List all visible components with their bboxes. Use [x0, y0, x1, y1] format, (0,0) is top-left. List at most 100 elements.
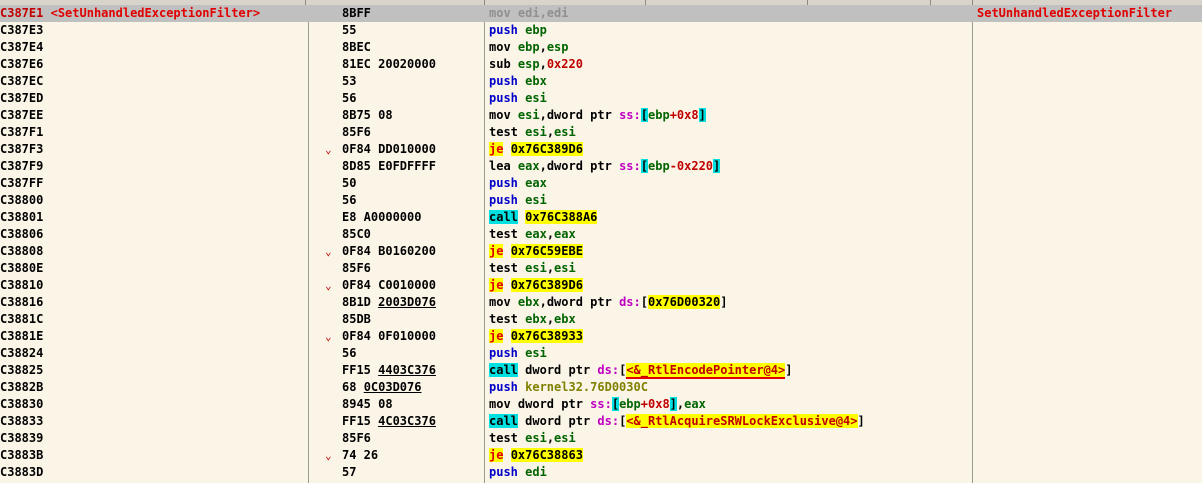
table-row[interactable]: C3882B 68 0C03D076 push kernel32.76D0030C [0, 379, 1202, 396]
table-row[interactable]: C38808 ⌄ 0F84 B0160200 je 0x76C59EBE [0, 243, 1202, 260]
table-row[interactable]: C387EE 8B75 08 mov esi,dword ptr ss:[ebp+0… [0, 107, 1202, 124]
address-cell: C38801 [0, 209, 305, 226]
table-row[interactable]: C387ED 56 push esi [0, 90, 1202, 107]
address-text: C387F9 [0, 159, 44, 173]
disassembly-cell: push esi [489, 345, 971, 362]
operand-token: ebx [554, 312, 576, 326]
table-row[interactable]: C38800 56 push esi [0, 192, 1202, 209]
address-cell: C387EC [0, 73, 305, 90]
mnemonic: mov [489, 40, 518, 54]
table-row[interactable]: C38830 8945 08 mov dword ptr ss:[ebp+0x8],… [0, 396, 1202, 413]
mnemonic: je [489, 244, 504, 258]
address-cell: C38810 [0, 277, 305, 294]
mnemonic: je [489, 142, 504, 156]
disassembly-view[interactable]: C387E1 <SetUnhandledExceptionFilter> 8BFF… [0, 0, 1202, 483]
address-text: C38830 [0, 397, 44, 411]
table-row[interactable]: C3883D 57 push edi [0, 464, 1202, 481]
disassembly-cell: sub esp,0x220 [489, 56, 971, 73]
operand-token: ebp [619, 397, 641, 411]
opcode-bytes-cell: FF15 4C03C376 [342, 413, 482, 430]
table-row[interactable]: C3880E 85F6 test esi,esi [0, 260, 1202, 277]
table-row[interactable]: C387F3 ⌄ 0F84 DD010000 je 0x76C389D6 [0, 141, 1202, 158]
opcode-bytes-text: 8945 08 [342, 397, 393, 411]
opcode-bytes-cell: 74 26 [342, 447, 482, 464]
disassembly-cell: je 0x76C38863 [489, 447, 971, 464]
mnemonic: push [489, 91, 526, 105]
table-row[interactable]: C387FF 50 push eax [0, 175, 1202, 192]
table-row[interactable]: C387E6 81EC 20020000 sub esp,0x220 [0, 56, 1202, 73]
address-cell: C387ED [0, 90, 305, 107]
operand-token: esi [517, 108, 540, 122]
operand-token: eax [525, 227, 547, 241]
address-cell: C387E6 [0, 56, 305, 73]
opcode-bytes-text: 56 [342, 91, 357, 105]
opcode-bytes-text: 0F84 0F010000 [342, 329, 436, 343]
operand-token: ebx [525, 74, 547, 88]
opcode-bytes-cell: 85C0 [342, 226, 482, 243]
jump-arrow-icon: ⌄ [325, 449, 332, 462]
operand-target: 0x76C38933 [510, 329, 583, 343]
opcode-bytes-text: 4403C376 [378, 363, 436, 377]
operand-token: ss: [590, 397, 612, 411]
table-row[interactable]: C387E1 <SetUnhandledExceptionFilter> 8BFF… [0, 5, 1202, 22]
opcode-bytes-text: 8BFF [342, 6, 371, 20]
table-row[interactable]: C3881C 85DB test ebx,ebx [0, 311, 1202, 328]
mnemonic: mov [489, 397, 518, 411]
table-row[interactable]: C3881E ⌄ 0F84 0F010000 je 0x76C38933 [0, 328, 1202, 345]
table-row[interactable]: C38801 E8 A0000000 call 0x76C388A6 [0, 209, 1202, 226]
operand-token: ] [720, 295, 728, 309]
disassembly-cell: mov edi,edi [489, 5, 971, 22]
table-row[interactable]: C38839 85F6 test esi,esi [0, 430, 1202, 447]
function-label: <SetUnhandledExceptionFilter> [50, 6, 261, 20]
disassembly-cell: push esi [489, 90, 971, 107]
operand-token: ebp [517, 40, 540, 54]
operand-token: dword ptr [525, 414, 598, 428]
operand-token [503, 278, 510, 292]
opcode-bytes-text: FF15 [342, 414, 379, 428]
jump-arrow-icon: ⌄ [325, 279, 332, 292]
address-text: C38816 [0, 295, 44, 309]
table-row[interactable]: C38825 FF15 4403C376 call dword ptr ds:[<&… [0, 362, 1202, 379]
opcode-bytes-text: 0F84 B0160200 [342, 244, 436, 258]
address-cell: C38824 [0, 345, 305, 362]
opcode-bytes-cell: 0F84 C0010000 [342, 277, 482, 294]
operand-token: dword ptr [525, 363, 598, 377]
disassembly-cell: push ebp [489, 22, 971, 39]
opcode-bytes-cell: 0F84 0F010000 [342, 328, 482, 345]
mnemonic: push [489, 193, 526, 207]
operand-token: , [546, 431, 555, 445]
table-row[interactable]: C38824 56 push esi [0, 345, 1202, 362]
opcode-bytes-text: 0C03D076 [363, 380, 422, 394]
table-row[interactable]: C387E4 8BEC mov ebp,esp [0, 39, 1202, 56]
operand-token: eax [684, 397, 706, 411]
table-row[interactable]: C38810 ⌄ 0F84 C0010000 je 0x76C389D6 [0, 277, 1202, 294]
operand-token: ss: [619, 159, 641, 173]
table-row[interactable]: C38816 8B1D 2003D076 mov ebx,dword ptr ds:… [0, 294, 1202, 311]
disassembly-cell: mov ebx,dword ptr ds:[0x76D00320] [489, 294, 971, 311]
address-text: C3883D [0, 465, 44, 479]
mnemonic: mov edi,edi [489, 6, 569, 20]
operand-token: , [546, 312, 555, 326]
table-row[interactable]: C387F9 8D85 E0FDFFFF lea eax,dword ptr ss:… [0, 158, 1202, 175]
table-row[interactable]: C387F1 85F6 test esi,esi [0, 124, 1202, 141]
jump-arrow-icon: ⌄ [325, 330, 332, 343]
address-cell: C38806 [0, 226, 305, 243]
disassembly-cell: test esi,esi [489, 260, 971, 277]
jump-arrow-icon: ⌄ [325, 245, 332, 258]
table-row[interactable]: C38806 85C0 test eax,eax [0, 226, 1202, 243]
table-row[interactable]: C387E3 55 push ebp [0, 22, 1202, 39]
opcode-bytes-text: 8B1D [342, 295, 379, 309]
operand-token: ss: [619, 108, 641, 122]
address-cell: C38830 [0, 396, 305, 413]
operand-token: esi [525, 91, 547, 105]
table-row[interactable]: C3883B ⌄ 74 26 je 0x76C38863 [0, 447, 1202, 464]
operand-target: 0x76C389D6 [510, 142, 583, 156]
opcode-bytes-cell: 53 [342, 73, 482, 90]
operand-token: , [546, 227, 555, 241]
mnemonic: test [489, 125, 526, 139]
opcode-bytes-cell: 55 [342, 22, 482, 39]
opcode-bytes-cell: 85DB [342, 311, 482, 328]
table-row[interactable]: C387EC 53 push ebx [0, 73, 1202, 90]
address-cell: C387E3 [0, 22, 305, 39]
table-row[interactable]: C38833 FF15 4C03C376 call dword ptr ds:[<&… [0, 413, 1202, 430]
